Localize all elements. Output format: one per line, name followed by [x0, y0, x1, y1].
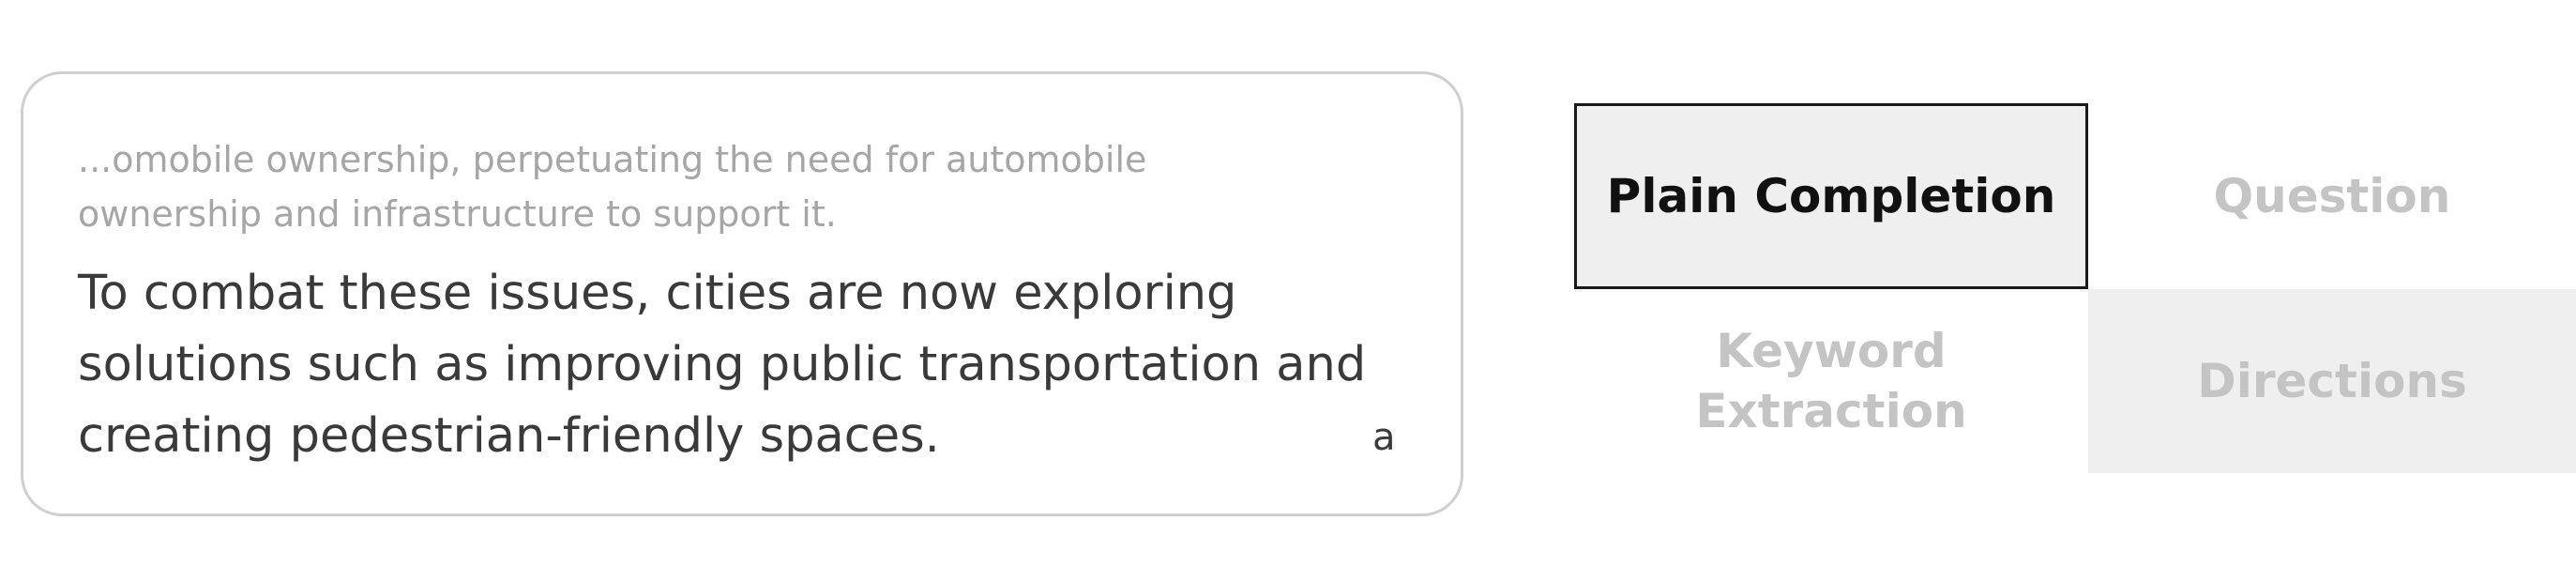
completion-text: To combat these issues, cities are now e… [78, 266, 1367, 464]
mode-keyword-extraction-button[interactable]: Keyword Extraction [1574, 289, 2088, 473]
context-text: ...omobile ownership, perpetuating the n… [78, 139, 1147, 235]
mode-plain-completion-button[interactable]: Plain Completion [1574, 103, 2088, 289]
mode-question-button[interactable]: Question [2088, 103, 2576, 289]
shortcut-key-label: a [1372, 416, 1396, 459]
completion-card: ...omobile ownership, perpetuating the n… [21, 71, 1463, 516]
mode-directions-button[interactable]: Directions [2088, 289, 2576, 473]
